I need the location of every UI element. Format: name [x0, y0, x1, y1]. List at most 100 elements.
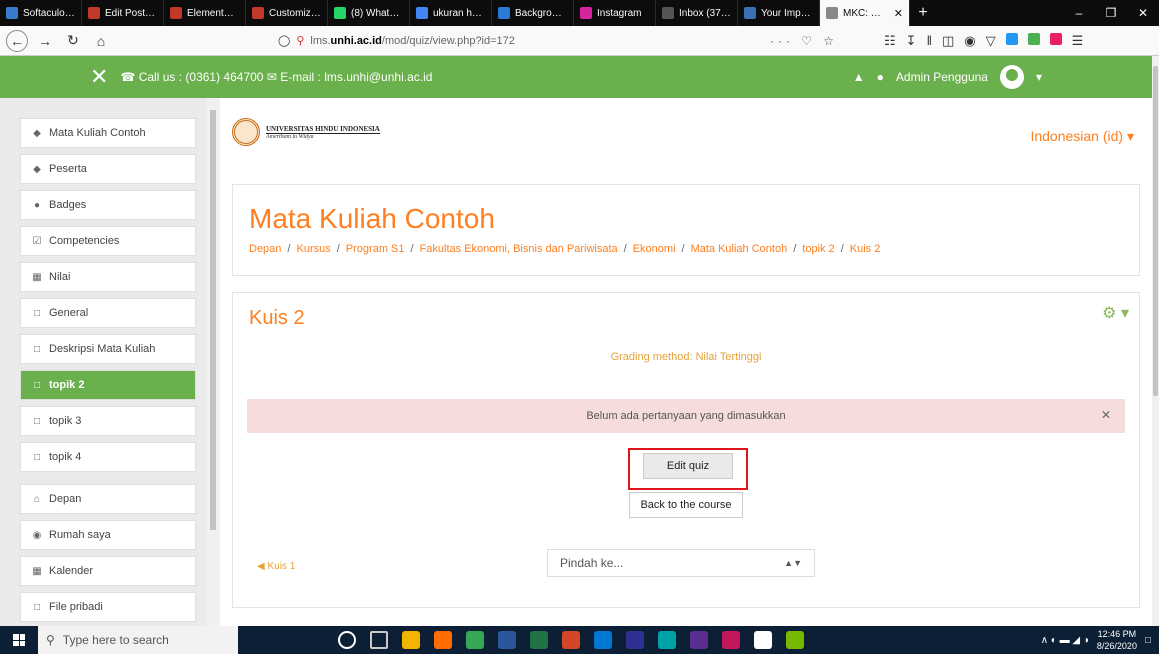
sidebar-item-icon: □: [33, 415, 41, 427]
menu-icon[interactable]: ☰: [1072, 33, 1084, 49]
tray-icons[interactable]: ∧ ◐ ▬ ◢ ◑: [1041, 635, 1089, 646]
taskbar-app-icon[interactable]: [658, 631, 676, 649]
translate-icon[interactable]: ☷: [884, 33, 896, 49]
close-window-icon[interactable]: ✕: [1127, 0, 1159, 26]
breadcrumb-item[interactable]: Fakultas Ekonomi, Bisnis dan Pariwisata: [420, 243, 618, 255]
sidebar-item[interactable]: ⌂ Depan: [20, 484, 196, 514]
taskbar-app-icon[interactable]: [690, 631, 708, 649]
sidebar-item[interactable]: □ topik 2: [20, 370, 196, 400]
sidebar-item[interactable]: ◆ Peserta: [20, 154, 196, 184]
sidebar-item[interactable]: □ General: [20, 298, 196, 328]
favicon-icon: [6, 7, 18, 19]
clock-date: 8/26/2020: [1096, 641, 1137, 651]
breadcrumb-item[interactable]: topik 2: [802, 243, 834, 255]
extension-icon[interactable]: [1049, 32, 1062, 45]
extension-icon[interactable]: [1005, 32, 1018, 45]
forward-arrow-icon[interactable]: →: [34, 30, 56, 52]
previous-activity-link[interactable]: ◀ Kuis 1: [257, 561, 295, 572]
sidebar-icon[interactable]: ◫: [942, 33, 954, 49]
taskbar-app-icon[interactable]: [562, 631, 580, 649]
taskbar-app-icon[interactable]: [434, 631, 452, 649]
minimize-icon[interactable]: –: [1063, 0, 1095, 26]
taskbar-app-icon[interactable]: [466, 631, 484, 649]
taskbar-app-icon[interactable]: [370, 631, 388, 649]
jump-to-label: Pindah ke...: [560, 556, 624, 570]
page-scrollbar[interactable]: [1152, 56, 1159, 626]
language-selector[interactable]: Indonesian (id) ▾: [1030, 128, 1134, 145]
tab-label: MKC: Kuis 2: [843, 7, 887, 19]
sidebar-item[interactable]: □ File pribadi: [20, 592, 196, 622]
browser-tab[interactable]: Your Impact | T: [738, 0, 820, 26]
home-icon[interactable]: ⌂: [90, 30, 112, 52]
back-arrow-icon[interactable]: ←: [6, 29, 28, 52]
sidebar-item[interactable]: ◆ Mata Kuliah Contoh: [20, 118, 196, 148]
pocket-icon[interactable]: ▽: [986, 33, 996, 49]
notification-icon[interactable]: □: [1145, 635, 1151, 646]
account-icon[interactable]: ◉: [964, 33, 975, 49]
browser-tab[interactable]: Background Ve: [492, 0, 574, 26]
sidebar-item[interactable]: □ topik 3: [20, 406, 196, 436]
restore-icon[interactable]: ❐: [1095, 0, 1127, 26]
download-icon[interactable]: ↧: [906, 33, 917, 49]
taskbar-app-icon[interactable]: [498, 631, 516, 649]
breadcrumb-item[interactable]: Depan: [249, 243, 281, 255]
taskbar-search[interactable]: ⚲ Type here to search: [38, 626, 238, 654]
sidebar-scrollbar[interactable]: [206, 98, 220, 626]
breadcrumb-item[interactable]: Kuis 2: [850, 243, 881, 255]
taskbar-app-icon[interactable]: [626, 631, 644, 649]
tab-label: Instagram: [597, 7, 642, 19]
gear-icon[interactable]: ⚙ ▾: [1102, 303, 1129, 323]
taskbar-app-icon[interactable]: [754, 631, 772, 649]
close-icon[interactable]: ✕: [1101, 408, 1111, 422]
browser-tab[interactable]: Instagram: [574, 0, 656, 26]
browser-tab[interactable]: Inbox (376) - l: [656, 0, 738, 26]
sidebar-item[interactable]: ▦ Kalender: [20, 556, 196, 586]
bell-icon[interactable]: ▲: [853, 70, 865, 84]
sidebar-item[interactable]: ▦ Nilai: [20, 262, 196, 292]
sidebar-item[interactable]: ◉ Rumah saya: [20, 520, 196, 550]
taskbar-app-icon[interactable]: [594, 631, 612, 649]
browser-tab[interactable]: Softaculous - S: [0, 0, 82, 26]
taskbar-app-icon[interactable]: [786, 631, 804, 649]
url-actions[interactable]: ··· ♡ ☆: [770, 34, 838, 48]
breadcrumb-item[interactable]: Ekonomi: [633, 243, 676, 255]
library-icon[interactable]: ‖: [927, 33, 932, 49]
jump-to-select[interactable]: Pindah ke... ▲▼: [547, 549, 815, 577]
chevron-down-icon[interactable]: ▾: [1036, 70, 1042, 84]
browser-tab[interactable]: Edit Post ‹ — V: [82, 0, 164, 26]
sidebar-item[interactable]: ● Badges: [20, 190, 196, 220]
breadcrumb-item[interactable]: Program S1: [346, 243, 405, 255]
sidebar-item-label: Competencies: [49, 235, 120, 247]
taskbar-app-icon[interactable]: [338, 631, 356, 649]
windows-start-icon[interactable]: [0, 634, 38, 646]
taskbar-app-icon[interactable]: [722, 631, 740, 649]
sidebar-item[interactable]: ☑ Competencies: [20, 226, 196, 256]
sidebar-item[interactable]: □ Deskripsi Mata Kuliah: [20, 334, 196, 364]
new-tab-button[interactable]: +: [910, 0, 936, 26]
browser-tab[interactable]: (8) WhatsApp: [328, 0, 410, 26]
edit-quiz-button[interactable]: Edit quiz: [643, 453, 733, 479]
breadcrumb-item[interactable]: Mata Kuliah Contoh: [691, 243, 788, 255]
close-tab-icon[interactable]: ✕: [894, 7, 903, 20]
sidebar-item-label: Deskripsi Mata Kuliah: [49, 343, 156, 355]
breadcrumb-item[interactable]: Kursus: [296, 243, 330, 255]
taskbar-app-icon[interactable]: [530, 631, 548, 649]
close-drawer-icon[interactable]: ✕: [90, 64, 108, 90]
url-bar[interactable]: ◯ ⚲ lms.unhi.ac.id/mod/quiz/view.php?id=…: [278, 30, 838, 52]
browser-tab[interactable]: Elementor | De: [164, 0, 246, 26]
avatar[interactable]: [999, 65, 1024, 89]
sidebar-item[interactable]: □ topik 4: [20, 442, 196, 472]
extension-icon[interactable]: [1027, 32, 1040, 45]
reload-icon[interactable]: ↻: [62, 30, 84, 52]
tab-active[interactable]: MKC: Kuis 2 ✕: [820, 0, 910, 26]
sidebar-item-label: Rumah saya: [49, 529, 111, 541]
browser-tab[interactable]: Customize: Do: [246, 0, 328, 26]
back-to-course-button[interactable]: Back to the course: [629, 492, 743, 518]
clock[interactable]: 12:46 PM 8/26/2020: [1097, 628, 1137, 652]
chat-icon[interactable]: ●: [877, 70, 884, 84]
sidebar-item-icon: ●: [33, 199, 41, 211]
user-name[interactable]: Admin Pengguna: [896, 70, 988, 84]
university-logo[interactable]: UNIVERSITAS HINDU INDONESIA Amertham tu …: [232, 118, 380, 146]
browser-tab[interactable]: ukuran header: [410, 0, 492, 26]
taskbar-app-icon[interactable]: [402, 631, 420, 649]
